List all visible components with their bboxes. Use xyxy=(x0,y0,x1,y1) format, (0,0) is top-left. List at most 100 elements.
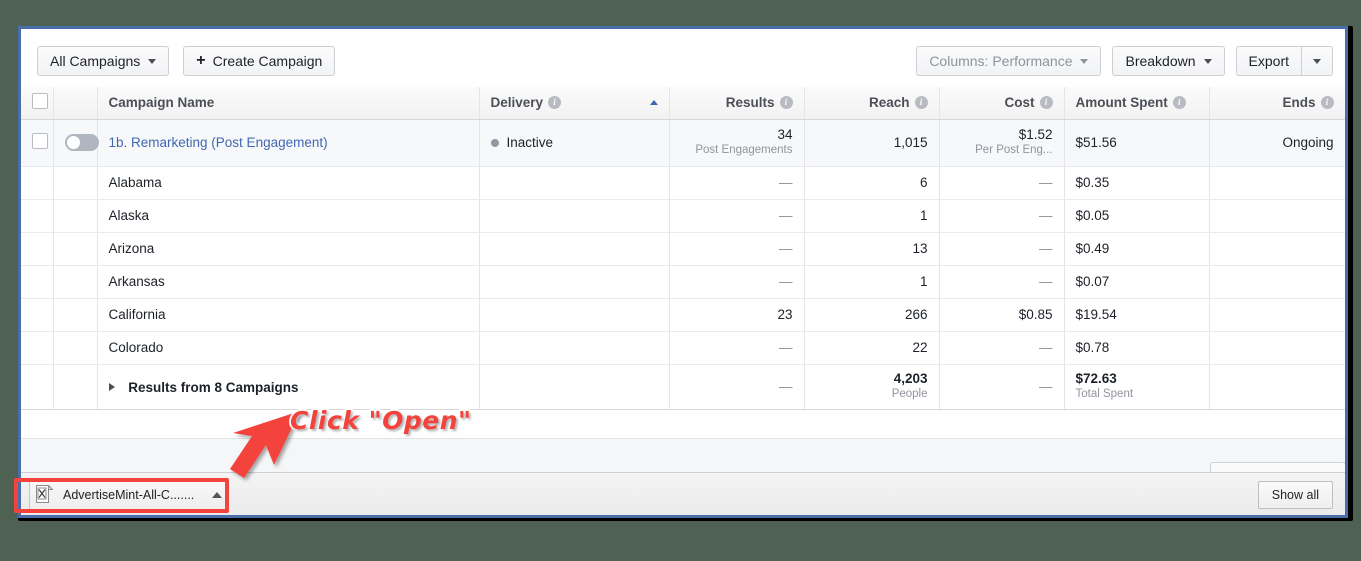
totals-reach-value: 4,203 xyxy=(893,370,928,386)
delivery-header[interactable]: Delivery i xyxy=(479,87,670,120)
campaign-name-header-label: Campaign Name xyxy=(108,95,215,111)
table-row[interactable]: Alabama — 6 — $0.35 xyxy=(21,166,1345,200)
delivery-header-inner: Delivery i xyxy=(491,95,658,110)
breakdown-dropdown[interactable]: Breakdown xyxy=(1112,46,1225,76)
info-icon[interactable]: i xyxy=(914,96,928,110)
delivery-status-label: Inactive xyxy=(506,135,554,150)
reach-cell: 1,015 xyxy=(804,119,940,167)
breakdown-name-cell: Arkansas xyxy=(97,265,480,299)
show-all-label: Show all xyxy=(1271,488,1319,502)
amount-spent-cell: $0.07 xyxy=(1064,265,1210,299)
delivery-status: Inactive xyxy=(490,135,658,150)
breakdown-label: Breakdown xyxy=(1125,53,1196,69)
results-cell: — xyxy=(669,199,805,233)
amount-spent-header[interactable]: Amount Spent i xyxy=(1064,87,1210,120)
campaign-name-link[interactable]: 1b. Remarketing (Post Engagement) xyxy=(109,135,328,150)
info-icon[interactable]: i xyxy=(548,96,562,110)
select-all-header[interactable] xyxy=(21,87,54,120)
table-row[interactable]: Arizona — 13 — $0.49 xyxy=(21,232,1345,266)
row-toggle-cell xyxy=(53,298,98,332)
ends-cell xyxy=(1209,232,1345,266)
totals-amount-spent-value: $72.63 xyxy=(1075,370,1117,386)
table-row[interactable]: Arkansas — 1 — $0.07 xyxy=(21,265,1345,299)
campaign-name-header[interactable]: Campaign Name xyxy=(97,87,480,120)
breakdown-name: Arizona xyxy=(108,241,155,256)
totals-cost-cell: — xyxy=(939,364,1065,410)
campaigns-table: Campaign Name Delivery i Results i Reach… xyxy=(21,87,1345,410)
table-row[interactable]: Colorado — 22 — $0.78 xyxy=(21,331,1345,365)
ends-cell: Ongoing xyxy=(1209,119,1345,167)
cost-cell: — xyxy=(939,199,1065,233)
table-row-campaign[interactable]: 1b. Remarketing (Post Engagement) Inacti… xyxy=(21,119,1345,167)
info-icon[interactable]: i xyxy=(779,96,793,110)
delivery-header-label: Delivery xyxy=(490,95,544,111)
cost-cell: — xyxy=(939,331,1065,365)
totals-toggle-cell xyxy=(53,364,98,410)
cost-header-inner: Cost i xyxy=(951,95,1053,110)
row-select-cell[interactable] xyxy=(21,119,54,167)
row-select-cell xyxy=(21,265,54,299)
breakdown-name: Colorado xyxy=(108,340,164,355)
excel-file-icon xyxy=(36,485,53,503)
info-icon[interactable]: i xyxy=(1320,96,1334,110)
results-header-inner: Results i xyxy=(681,95,793,110)
totals-label-cell[interactable]: Results from 8 Campaigns xyxy=(97,364,480,410)
reach-cell: 1 xyxy=(804,199,940,233)
delivery-cell xyxy=(479,199,670,233)
results-cell: — xyxy=(669,232,805,266)
breakdown-name: California xyxy=(108,307,166,322)
results-cell: 34 Post Engagements xyxy=(669,119,805,167)
totals-select-cell xyxy=(21,364,54,410)
amount-spent-header-label: Amount Spent xyxy=(1075,95,1168,111)
table-row[interactable]: California 23 266 $0.85 $19.54 xyxy=(21,298,1345,332)
reach-cell: 22 xyxy=(804,331,940,365)
create-campaign-button[interactable]: + Create Campaign xyxy=(183,46,336,76)
screenshot-root: All Campaigns + Create Campaign Columns:… xyxy=(0,0,1361,561)
row-toggle-cell xyxy=(53,331,98,365)
all-campaigns-dropdown[interactable]: All Campaigns xyxy=(37,46,170,76)
row-toggle-cell[interactable] xyxy=(53,119,99,167)
results-header[interactable]: Results i xyxy=(669,87,805,120)
select-all-checkbox[interactable] xyxy=(32,93,48,110)
delivery-cell xyxy=(479,232,670,266)
info-icon[interactable]: i xyxy=(1172,96,1186,110)
amount-spent-cell: $0.35 xyxy=(1064,166,1210,200)
download-item[interactable]: AdvertiseMint-All-C....... xyxy=(29,479,229,510)
campaign-name-cell[interactable]: 1b. Remarketing (Post Engagement) xyxy=(97,119,480,167)
expand-triangle-icon[interactable] xyxy=(108,382,115,391)
breakdown-name: Alaska xyxy=(108,208,150,223)
ends-cell xyxy=(1209,298,1345,332)
reach-header[interactable]: Reach i xyxy=(804,87,940,120)
cost-cell: $1.52 Per Post Eng... xyxy=(939,119,1065,167)
reach-cell: 266 xyxy=(804,298,940,332)
row-checkbox[interactable] xyxy=(32,133,48,149)
totals-label: Results from 8 Campaigns xyxy=(128,379,299,395)
campaigns-table-container[interactable]: Campaign Name Delivery i Results i Reach… xyxy=(21,87,1345,438)
toolbar-right-group: Columns: Performance Breakdown Export xyxy=(916,46,1333,76)
delivery-cell xyxy=(479,265,670,299)
breakdown-name-cell: Arizona xyxy=(97,232,480,266)
reach-header-inner: Reach i xyxy=(816,95,928,110)
export-options-button[interactable] xyxy=(1301,46,1333,76)
results-cell: — xyxy=(669,331,805,365)
table-row[interactable]: Alaska — 1 — $0.05 xyxy=(21,199,1345,233)
cost-cell: — xyxy=(939,166,1065,200)
row-select-cell xyxy=(21,166,54,200)
results-subtext: Post Engagements xyxy=(695,144,793,157)
show-all-downloads-button[interactable]: Show all xyxy=(1257,481,1333,509)
breakdown-name: Alabama xyxy=(108,175,162,190)
campaign-status-toggle[interactable] xyxy=(64,134,99,151)
cost-cell: — xyxy=(939,232,1065,266)
ends-header-inner: Ends i xyxy=(1221,95,1334,110)
cost-header[interactable]: Cost i xyxy=(939,87,1065,120)
chevron-up-icon[interactable] xyxy=(212,491,222,498)
info-icon[interactable]: i xyxy=(1039,96,1053,110)
breakdown-name-cell: California xyxy=(97,298,480,332)
columns-label: Columns: Performance xyxy=(929,53,1073,69)
totals-reach-cell: 4,203 People xyxy=(804,364,940,410)
export-button[interactable]: Export xyxy=(1235,46,1301,76)
columns-dropdown[interactable]: Columns: Performance xyxy=(916,46,1102,76)
toolbar-left-group: All Campaigns + Create Campaign xyxy=(37,46,336,76)
results-cell: — xyxy=(669,166,805,200)
ends-header[interactable]: Ends i xyxy=(1209,87,1345,120)
